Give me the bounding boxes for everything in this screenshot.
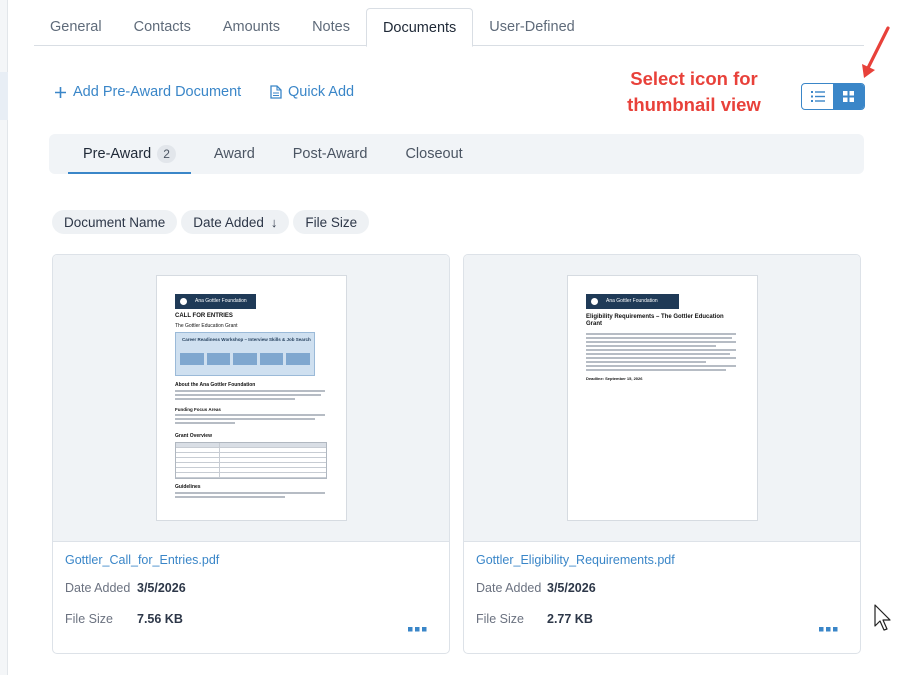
file-size-label: File Size xyxy=(476,612,524,626)
thumb-text-line xyxy=(175,414,325,416)
thumb-deadline: Deadline: September 15, 2026 xyxy=(586,376,643,381)
thumb-text-line xyxy=(586,349,736,351)
annotation-line-1: Select icon for xyxy=(630,68,758,89)
date-added-label: Date Added xyxy=(476,581,542,595)
thumb-text-line xyxy=(175,394,321,396)
record-tabs: General Contacts Amounts Notes Documents… xyxy=(34,8,864,47)
add-pre-award-document-label: Add Pre-Award Document xyxy=(73,84,242,100)
quick-add-label: Quick Add xyxy=(288,84,355,100)
view-toggle xyxy=(801,83,865,110)
tab-contacts[interactable]: Contacts xyxy=(118,8,207,46)
sort-arrow-down-icon: ↓ xyxy=(270,214,278,230)
document-thumbnail[interactable]: Ana Gottler Foundation CALL FOR ENTRIES … xyxy=(156,275,347,521)
tab-amounts[interactable]: Amounts xyxy=(207,8,296,46)
file-size-value: 7.56 KB xyxy=(137,612,183,626)
date-added-value: 3/5/2026 xyxy=(137,581,186,595)
annotation-callout: Select icon for thumbnail view xyxy=(606,66,782,118)
annotation-arrow-icon xyxy=(862,26,890,78)
thumb-text-line xyxy=(586,333,736,335)
thumb-text-line xyxy=(175,390,325,392)
thumb-text-line xyxy=(586,357,736,359)
tab-general[interactable]: General xyxy=(34,8,118,46)
file-size-value: 2.77 KB xyxy=(547,612,593,626)
thumbnail-area[interactable]: Ana Gottler Foundation Eligibility Requi… xyxy=(464,255,860,542)
thumb-box-cells xyxy=(180,353,310,365)
document-icon xyxy=(270,85,282,99)
document-thumbnail[interactable]: Ana Gottler Foundation Eligibility Requi… xyxy=(567,275,758,521)
thumb-heading: Eligibility Requirements – The Gottler E… xyxy=(586,314,724,327)
subtab-post-award[interactable]: Post-Award xyxy=(278,134,383,174)
subtab-award[interactable]: Award xyxy=(199,134,270,174)
grid-icon xyxy=(843,91,854,102)
sort-file-size-chip[interactable]: File Size xyxy=(293,210,370,234)
sidebar-highlight xyxy=(0,72,8,120)
thumb-text-line xyxy=(586,345,716,347)
thumb-section-1: About the Ana Gottler Foundation xyxy=(175,382,256,388)
sort-date-added-chip[interactable]: Date Added ↓ xyxy=(181,210,290,234)
thumb-text-line xyxy=(175,496,285,498)
tab-user-defined[interactable]: User-Defined xyxy=(473,8,590,46)
thumb-heading: CALL FOR ENTRIES xyxy=(175,313,233,319)
sort-document-name-chip[interactable]: Document Name xyxy=(52,210,178,234)
thumb-text-line xyxy=(586,365,736,367)
tab-documents[interactable]: Documents xyxy=(365,8,474,47)
subtab-closeout[interactable]: Closeout xyxy=(390,134,477,174)
count-badge: 2 xyxy=(157,145,176,163)
thumb-box-title: Career Readiness Workshop – Interview Sk… xyxy=(182,337,311,342)
document-card[interactable]: Ana Gottler Foundation Eligibility Requi… xyxy=(463,254,861,654)
sort-date-added-label: Date Added xyxy=(193,214,264,230)
file-name-link[interactable]: Gottler_Eligibility_Requirements.pdf xyxy=(476,553,675,567)
thumb-text-line xyxy=(175,398,295,400)
sort-chips: Document Name Date Added ↓ File Size xyxy=(52,210,370,234)
thumb-section-3: Grant Overview xyxy=(175,433,212,439)
document-stage-tabs: Pre-Award 2 Award Post-Award Closeout xyxy=(49,134,864,174)
date-added-value: 3/5/2026 xyxy=(547,581,596,595)
thumb-subheading: The Gottler Education Grant xyxy=(175,323,238,329)
thumb-text-line xyxy=(586,353,730,355)
sort-file-size-label: File Size xyxy=(305,214,358,230)
list-icon xyxy=(810,91,825,102)
tab-notes[interactable]: Notes xyxy=(296,8,366,46)
thumb-text-line xyxy=(175,422,235,424)
plus-icon xyxy=(55,86,66,98)
list-view-button[interactable] xyxy=(802,84,833,109)
add-pre-award-document-link[interactable]: Add Pre-Award Document xyxy=(54,84,241,100)
thumb-org-header: Ana Gottler Foundation xyxy=(586,294,679,309)
thumb-org-name: Ana Gottler Foundation xyxy=(606,298,658,304)
thumb-text-line xyxy=(586,337,732,339)
annotation-line-2: thumbnail view xyxy=(627,94,761,115)
thumb-text-line xyxy=(175,492,325,494)
subtab-pre-award[interactable]: Pre-Award 2 xyxy=(68,134,191,174)
thumb-org-name: Ana Gottler Foundation xyxy=(195,298,247,304)
more-options-icon[interactable] xyxy=(819,627,838,632)
document-card[interactable]: Ana Gottler Foundation CALL FOR ENTRIES … xyxy=(52,254,450,654)
thumb-grant-table xyxy=(175,442,327,479)
sort-document-name-label: Document Name xyxy=(64,214,166,230)
thumb-text-line xyxy=(586,341,736,343)
date-added-label: Date Added xyxy=(65,581,131,595)
mouse-cursor-icon xyxy=(874,604,891,631)
thumb-text-line xyxy=(586,361,706,363)
thumb-section-4: Guidelines xyxy=(175,484,201,490)
thumb-text-line xyxy=(175,418,315,420)
subtab-pre-award-label: Pre-Award xyxy=(83,146,152,162)
more-options-icon[interactable] xyxy=(408,627,427,632)
left-sidebar-edge xyxy=(0,0,8,675)
thumbnail-view-button[interactable] xyxy=(833,84,864,109)
thumb-org-header: Ana Gottler Foundation xyxy=(175,294,256,309)
thumb-workshop-box: Career Readiness Workshop – Interview Sk… xyxy=(175,332,315,376)
file-name-link[interactable]: Gottler_Call_for_Entries.pdf xyxy=(65,553,219,567)
quick-add-link[interactable]: Quick Add xyxy=(270,84,354,100)
thumb-section-2: Funding Focus Areas xyxy=(175,407,221,412)
file-size-label: File Size xyxy=(65,612,113,626)
thumbnail-area[interactable]: Ana Gottler Foundation CALL FOR ENTRIES … xyxy=(53,255,449,542)
thumb-text-line xyxy=(586,369,726,371)
